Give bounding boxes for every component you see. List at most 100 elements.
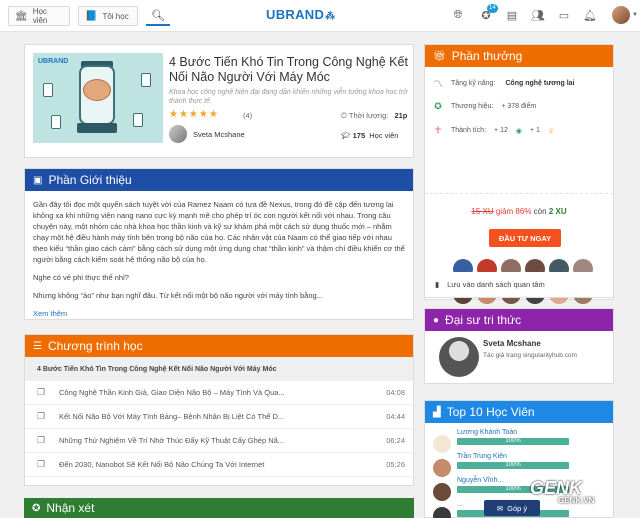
tab-hoc-vien[interactable]: 🏛 Học viên	[8, 6, 70, 26]
author-name[interactable]: Sveta Mcshane	[483, 339, 541, 348]
rating-stars: ★★★★★	[169, 109, 219, 120]
lesson-item[interactable]: ❐ Những Thử Nghiệm Về Trí Nhớ Thúc Đẩy K…	[25, 429, 413, 453]
tube-illustration	[133, 113, 143, 127]
duration-label: Thời lượng:	[348, 111, 389, 120]
intro-title: Phần Giới thiệu	[48, 173, 132, 187]
intro-paragraph: Gần đây tôi đọc một quyển sách tuyệt vời…	[33, 200, 405, 264]
logo-dots-icon: ⁂	[325, 11, 336, 22]
student-progress: 100%	[457, 462, 569, 469]
user-avatar[interactable]	[612, 6, 630, 24]
price-old: 15 XU	[471, 207, 494, 216]
person-icon: ☥	[434, 125, 442, 135]
instructor-name: Sveta Mcshane	[193, 129, 245, 139]
instructor[interactable]: Sveta Mcshane	[169, 125, 245, 143]
reward-achievement-a: + 12	[494, 127, 508, 134]
trend-icon: 〽	[433, 79, 443, 89]
brand-logo-text: UBRAND	[266, 7, 325, 22]
bell-icon[interactable]: 🔔︎	[583, 8, 597, 22]
student-progress: 100%	[457, 438, 569, 445]
lesson-name: Công Nghệ Thần Kinh Giả, Giao Diện Não B…	[59, 388, 285, 397]
lesson-duration: 05:26	[386, 460, 405, 469]
course-summary-card: UBRAND 4 Bước Tiến Khó Tin Trong Công Ng…	[24, 44, 414, 158]
tab-toi-hoc[interactable]: 📘 Tôi học	[78, 6, 138, 26]
feedback-label: Góp ý	[507, 503, 528, 513]
people-icon[interactable]: 👥︎	[531, 8, 545, 22]
lesson-name: Kết Nối Não Bộ Với Máy Tính Bảng– Bệnh N…	[59, 412, 285, 421]
watermark-brand: GENK	[530, 478, 583, 498]
reward-skill-value: Công nghệ tương lai	[505, 80, 575, 87]
rewards-title: Phần thưởng	[451, 49, 523, 63]
globe-icon[interactable]: 🌐︎	[451, 8, 465, 22]
copy-icon: ❐	[37, 411, 46, 421]
graduation-cap-icon: 🎓︎	[341, 131, 351, 140]
brand-logo[interactable]: UBRAND⁂	[266, 7, 335, 22]
copy-icon: ❐	[37, 435, 46, 445]
lesson-item[interactable]: ❐ Kết Nối Não Bộ Với Máy Tính Bảng– Bệnh…	[25, 405, 413, 429]
curriculum-course-name: 4 Bước Tiến Khó Tin Trong Công Nghệ Kết …	[25, 357, 413, 381]
divider	[425, 193, 613, 194]
reviews-section: ✪ Nhận xét	[24, 498, 414, 518]
rewards-header: 🎁︎ Phần thưởng	[425, 45, 613, 67]
medal-icon: ◉	[515, 127, 522, 135]
curriculum-header: ☰ Chương trình học	[25, 335, 413, 357]
course-title: 4 Bước Tiến Khó Tin Trong Công Nghệ Kết …	[169, 55, 408, 84]
tab-toi-hoc-label: Tôi học	[102, 11, 129, 21]
copy-icon: ❐	[37, 387, 46, 397]
duration: 🕓︎ Thời lượng: 21p	[341, 111, 407, 121]
star-icon: ✪	[32, 502, 41, 514]
price: 15 XU giảm 86% còn 2 XU	[425, 207, 613, 216]
tube-illustration	[43, 83, 53, 97]
gift-icon: 🎁︎	[433, 50, 446, 62]
reward-skill-label: Tăng kỹ năng:	[451, 80, 496, 87]
jar-base	[77, 123, 117, 133]
list-icon: ☰	[33, 340, 42, 352]
student-avatar	[433, 507, 451, 518]
rating-count: (4)	[243, 111, 253, 120]
author-avatar[interactable]	[439, 337, 479, 377]
notification-badge: 14	[487, 4, 498, 13]
inbox-icon[interactable]: ▭	[557, 8, 571, 22]
lesson-item[interactable]: ❐ Đến 2030, Nanobot Sẽ Kết Nối Bộ Não Ch…	[25, 453, 413, 477]
lesson-duration: 04:44	[386, 412, 405, 421]
author-header: ● Đại sư tri thức	[425, 309, 613, 331]
feedback-button[interactable]: ✉ Góp ý	[484, 500, 540, 516]
clock-icon: 🕓︎	[341, 111, 347, 120]
student-name: Lương Khánh Toàn	[457, 429, 518, 436]
reviews-title: Nhận xét	[46, 501, 95, 515]
chart-icon[interactable]: ▤	[505, 8, 519, 22]
tube-illustration	[51, 115, 61, 129]
intro-header: ▣ Phần Giới thiệu	[25, 169, 413, 191]
chevron-down-icon[interactable]: ▼	[632, 12, 638, 18]
intro-paragraph: Nghe có vẻ phi thực thế nhỉ?	[33, 273, 129, 282]
student-row[interactable]: Trần Trung Kiên 100%	[433, 453, 569, 477]
reward-brand-value: + 378 điểm	[501, 103, 537, 110]
lesson-name: Những Thử Nghiệm Về Trí Nhớ Thúc Đẩy Kỹ …	[59, 436, 285, 445]
top-students-title: Top 10 Học Viên	[446, 405, 535, 419]
course-thumbnail[interactable]: UBRAND	[33, 53, 163, 143]
watchlist-label: Lưu vào danh sách quan tâm	[447, 280, 545, 289]
student-avatar	[433, 483, 451, 501]
author-description: Tác giả trang singularityhub.com	[483, 352, 577, 359]
badge-icon: ✪	[434, 101, 442, 111]
see-more-link[interactable]: Xem thêm	[33, 309, 67, 318]
search-button[interactable]: 🔍︎	[146, 6, 170, 26]
intro-body: Gần đây tôi đọc một quyển sách tuyệt vời…	[25, 191, 413, 327]
author-card: ● Đại sư tri thức Sveta Mcshane Tác giả …	[424, 308, 614, 384]
course-subtitle: Khoa học công nghệ hiện đại đang dần khi…	[169, 89, 408, 105]
student-row[interactable]: Lương Khánh Toàn 100%	[433, 429, 569, 453]
author-title: Đại sư tri thức	[445, 313, 522, 327]
price-mid: còn	[533, 207, 547, 216]
intro-paragraph: Nhưng không “ảo” như bạn nghĩ đâu. Từ kế…	[33, 291, 323, 300]
tube-illustration	[141, 73, 151, 87]
reward-achievement: ☥ Thành tích: + 12 ◉ + 1 ♕	[433, 125, 555, 136]
watchlist-button[interactable]: ▮ Lưu vào danh sách quan tâm	[424, 272, 614, 298]
reward-achievement-label: Thành tích:	[451, 127, 487, 134]
lesson-duration: 06:24	[386, 436, 405, 445]
student-avatar	[433, 459, 451, 477]
lesson-item[interactable]: ❐ Công Nghệ Thần Kinh Giả, Giao Diện Não…	[25, 381, 413, 405]
student-name: Trần Trung Kiên	[457, 453, 507, 460]
buy-now-button[interactable]: ĐẦU TƯ NGAY	[489, 229, 561, 247]
bar-chart-icon: ▟	[433, 406, 441, 418]
curriculum-section: ☰ Chương trình học 4 Bước Tiến Khó Tin T…	[24, 334, 414, 486]
price-new: 2 XU	[548, 207, 567, 216]
